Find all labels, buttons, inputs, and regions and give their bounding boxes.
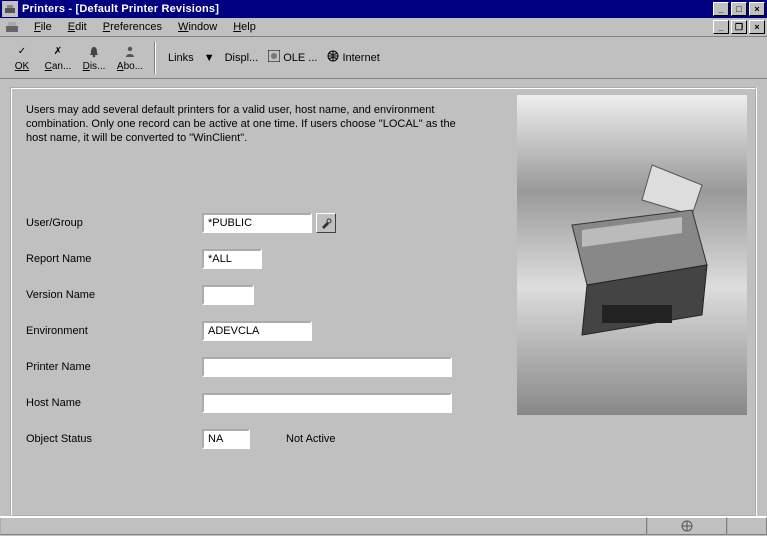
toolbar: ✓ OK ✗ Can... Dis... Abo... Links ▼ Disp… xyxy=(0,37,767,79)
user-group-input[interactable] xyxy=(202,213,312,233)
printer-name-input[interactable] xyxy=(202,357,452,377)
user-group-lookup-button[interactable] xyxy=(316,213,336,233)
main-panel: Users may add several default printers f… xyxy=(10,87,757,517)
link-displ[interactable]: Displ... xyxy=(225,52,259,64)
environment-input[interactable] xyxy=(202,321,312,341)
menu-file[interactable]: File xyxy=(26,19,60,35)
host-name-input[interactable] xyxy=(202,393,452,413)
display-errors-button[interactable]: Dis... xyxy=(78,40,110,76)
person-icon xyxy=(123,43,137,61)
mdi-restore-button[interactable]: ❐ xyxy=(731,20,747,34)
link-internet[interactable]: Internet xyxy=(327,50,379,65)
object-status-input[interactable] xyxy=(202,429,250,449)
app-icon xyxy=(2,1,18,17)
printer-image xyxy=(517,95,747,415)
close-button[interactable]: × xyxy=(749,2,765,16)
label-environment: Environment xyxy=(26,325,202,337)
version-name-input[interactable] xyxy=(202,285,254,305)
check-icon: ✓ xyxy=(18,43,26,61)
menu-preferences[interactable]: Preferences xyxy=(95,19,170,35)
globe-small-icon xyxy=(680,519,694,533)
label-report-name: Report Name xyxy=(26,253,202,265)
bell-icon xyxy=(87,43,101,61)
cancel-button[interactable]: ✗ Can... xyxy=(42,40,74,76)
object-status-description: Not Active xyxy=(286,433,336,445)
link-ole[interactable]: OLE ... xyxy=(268,50,317,65)
label-host-name: Host Name xyxy=(26,397,202,409)
label-printer-name: Printer Name xyxy=(26,361,202,373)
label-user-group: User/Group xyxy=(26,217,202,229)
about-button[interactable]: Abo... xyxy=(114,40,146,76)
minimize-button[interactable]: _ xyxy=(713,2,729,16)
menu-edit[interactable]: Edit xyxy=(60,19,95,35)
ok-button[interactable]: ✓ OK xyxy=(6,40,38,76)
mdi-close-button[interactable]: × xyxy=(749,20,765,34)
title-bar: Printers - [Default Printer Revisions] _… xyxy=(0,0,767,18)
globe-icon xyxy=(327,50,339,65)
mdi-minimize-button[interactable]: _ xyxy=(713,20,729,34)
x-icon: ✗ xyxy=(54,43,62,61)
document-icon xyxy=(4,19,20,35)
dropdown-icon[interactable]: ▼ xyxy=(204,52,215,64)
report-name-input[interactable] xyxy=(202,249,262,269)
menu-window[interactable]: Window xyxy=(170,19,225,35)
window-title: Printers - [Default Printer Revisions] xyxy=(22,3,711,15)
status-cell-end xyxy=(727,517,767,535)
instructions-text: Users may add several default printers f… xyxy=(26,103,466,145)
status-cell-main xyxy=(0,517,647,535)
label-version-name: Version Name xyxy=(26,289,202,301)
status-cell-net xyxy=(647,517,727,535)
menu-bar: File Edit Preferences Window Help _ ❐ × xyxy=(0,18,767,37)
label-object-status: Object Status xyxy=(26,433,202,445)
flashlight-icon xyxy=(320,217,332,229)
status-bar xyxy=(0,516,767,536)
maximize-button[interactable]: □ xyxy=(731,2,747,16)
toolbar-separator xyxy=(154,42,156,74)
ole-icon xyxy=(268,50,280,65)
menu-help[interactable]: Help xyxy=(225,19,264,35)
links-label: Links xyxy=(168,52,194,64)
